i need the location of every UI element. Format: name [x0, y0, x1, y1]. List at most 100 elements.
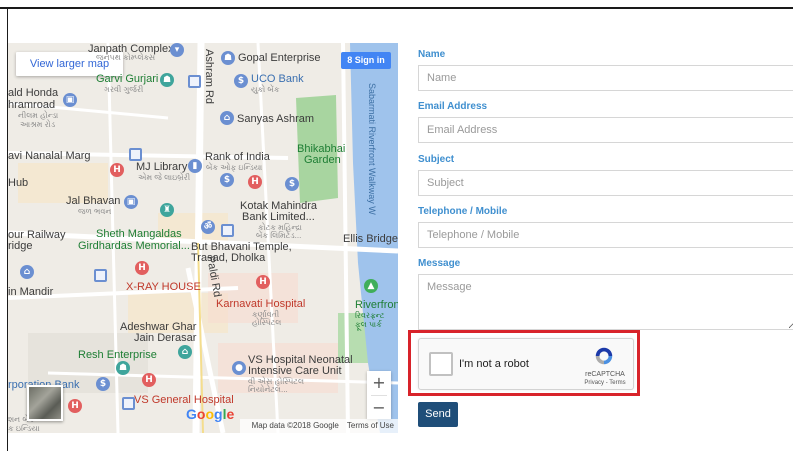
message-textarea[interactable]: [418, 274, 793, 330]
recaptcha-label: I'm not a robot: [459, 358, 529, 370]
map-label: Karnavati Hospital: [216, 298, 306, 310]
name-label: Name: [418, 49, 446, 60]
terms-link[interactable]: Terms: [609, 380, 625, 386]
map-label: Gopal Enterprise: [238, 52, 321, 64]
phone-label: Telephone / Mobile: [418, 206, 508, 217]
shop-pin-icon[interactable]: ☗: [116, 361, 130, 375]
bank-pin-icon[interactable]: ▾: [170, 43, 184, 57]
google-logo: Google: [186, 406, 235, 422]
street-label: Ellis Bridge: [343, 233, 398, 245]
street-label: avi Nanalal Marg: [8, 150, 91, 162]
map-label: નીલમ હોન્ડા: [18, 111, 59, 120]
map-label: VS General Hospital: [134, 394, 234, 406]
hospital-pin-icon[interactable]: H: [256, 275, 270, 289]
temple-pin-icon[interactable]: ⌂: [220, 111, 234, 125]
map-label: ald Honda: [8, 87, 59, 99]
map-label: Rank of India: [205, 151, 270, 163]
bank-pin-icon[interactable]: $: [96, 377, 110, 391]
park-pin-icon[interactable]: ▲: [364, 279, 378, 293]
zoom-out-button[interactable]: −: [367, 396, 391, 420]
map-label: Garden: [304, 154, 341, 166]
hospital-pin-icon[interactable]: H: [135, 261, 149, 275]
frame-top-border: [0, 7, 793, 9]
message-label: Message: [418, 258, 461, 269]
map-label: રિવરફ્રન્ટ: [355, 311, 385, 320]
map-label: હોસ્પિટલ: [252, 318, 282, 327]
recaptcha-checkbox[interactable]: [429, 352, 453, 376]
hospital-pin-icon[interactable]: H: [142, 373, 156, 387]
map-label: in Mandir: [8, 286, 54, 298]
name-input[interactable]: [418, 65, 793, 91]
bank-pin-icon[interactable]: $: [220, 173, 234, 187]
map-label: Jain Derasar: [134, 332, 197, 344]
map-label: Riverfront: [355, 299, 398, 311]
hospital-pin-icon[interactable]: H: [68, 399, 82, 413]
map-label: Garvi Gurjari: [96, 73, 159, 85]
map-label: Intensive Care Unit: [248, 365, 342, 377]
map-label: Girdhardas Memorial...: [78, 240, 190, 252]
subject-input[interactable]: [418, 170, 793, 196]
office-pin-icon[interactable]: ▣: [124, 195, 138, 209]
landmark-pin-icon[interactable]: ♜: [160, 203, 174, 217]
map-label: ગરવી ગુર્જરી: [104, 85, 144, 94]
map-label: ફૂલ પાર્ક: [355, 320, 382, 329]
transit-square-icon: [129, 148, 142, 161]
zoom-in-button[interactable]: +: [367, 371, 391, 395]
map-label: X-RAY HOUSE: [126, 281, 201, 293]
temple-pin-icon[interactable]: ॐ: [201, 220, 215, 234]
map-label: Sheth Mangaldas: [96, 228, 182, 240]
hospital-pin-icon[interactable]: H: [248, 175, 262, 189]
satellite-toggle-thumbnail[interactable]: [27, 385, 63, 421]
map-label: જળ ભવન: [78, 207, 112, 216]
email-input[interactable]: [418, 117, 793, 143]
transit-square-icon: [94, 269, 107, 282]
shop-pin-icon[interactable]: ☗: [221, 51, 235, 65]
terms-of-use-link[interactable]: Terms of Use: [347, 421, 394, 430]
map-label: ક ઇન્ડિયા: [8, 424, 40, 433]
phone-input[interactable]: [418, 222, 793, 248]
map-data-text: Map data ©2018 Google: [251, 421, 339, 430]
library-pin-icon[interactable]: ▮: [188, 159, 202, 173]
transit-square-icon: [221, 224, 234, 237]
map-label: Resh Enterprise: [78, 349, 157, 361]
map-label: જનપથ કોમ્પ્લેક્સ: [96, 53, 156, 62]
recaptcha-logo-icon: [595, 347, 613, 365]
map-label: Jal Bhavan: [66, 195, 121, 207]
map-label: યુકો બેંક: [251, 85, 280, 94]
temple-pin-icon[interactable]: ⌂: [20, 265, 34, 279]
map-label: નિયોનેટલ...: [248, 385, 288, 394]
car-pin-icon[interactable]: ▣: [63, 93, 77, 107]
sign-in-label: Sign in: [354, 55, 385, 65]
bank-pin-icon[interactable]: $: [234, 74, 248, 88]
google-g-icon: 8: [347, 55, 355, 65]
place-pin-icon[interactable]: ●: [232, 361, 246, 375]
zoom-control: + −: [367, 371, 391, 419]
map-sign-in-button[interactable]: 8 Sign in: [341, 52, 391, 69]
map-label: બેંક લિમિટેડ...: [256, 231, 302, 240]
embedded-map[interactable]: View larger map 8 Sign in Janpath Comple…: [8, 43, 398, 433]
map-label: આશ્રમ રોડ: [20, 120, 56, 129]
recaptcha-widget: I'm not a robot reCAPTCHA Privacy - Term…: [418, 338, 634, 390]
street-label: Ashram Rd: [203, 49, 215, 105]
street-label: Sabarmati Riverfront Walkway W: [367, 83, 377, 215]
map-label: ridge: [8, 240, 33, 252]
shop-pin-icon[interactable]: ☗: [160, 73, 174, 87]
send-button[interactable]: Send: [418, 402, 458, 427]
map-label: UCO Bank: [251, 73, 304, 85]
email-label: Email Address: [418, 101, 488, 112]
map-label: MJ Library: [136, 161, 188, 173]
transit-square-icon: [188, 75, 201, 88]
map-label: બેંક ઓફ ઇન્ડિયા: [206, 163, 263, 172]
temple-pin-icon[interactable]: ⌂: [178, 345, 192, 359]
hospital-pin-icon[interactable]: H: [110, 163, 124, 177]
map-label: Hub: [8, 177, 29, 189]
bank-pin-icon[interactable]: $: [285, 177, 299, 191]
map-label: Sanyas Ashram: [237, 113, 315, 125]
privacy-link[interactable]: Privacy: [584, 380, 604, 386]
map-label: Bank Limited...: [242, 211, 315, 223]
map-label: Trasad, Dholka: [191, 252, 266, 264]
recaptcha-links: Privacy - Terms: [584, 380, 626, 386]
subject-label: Subject: [418, 154, 455, 165]
map-attribution: Map data ©2018 Google Terms of Use: [239, 419, 398, 433]
recaptcha-brand: reCAPTCHA: [585, 371, 625, 378]
